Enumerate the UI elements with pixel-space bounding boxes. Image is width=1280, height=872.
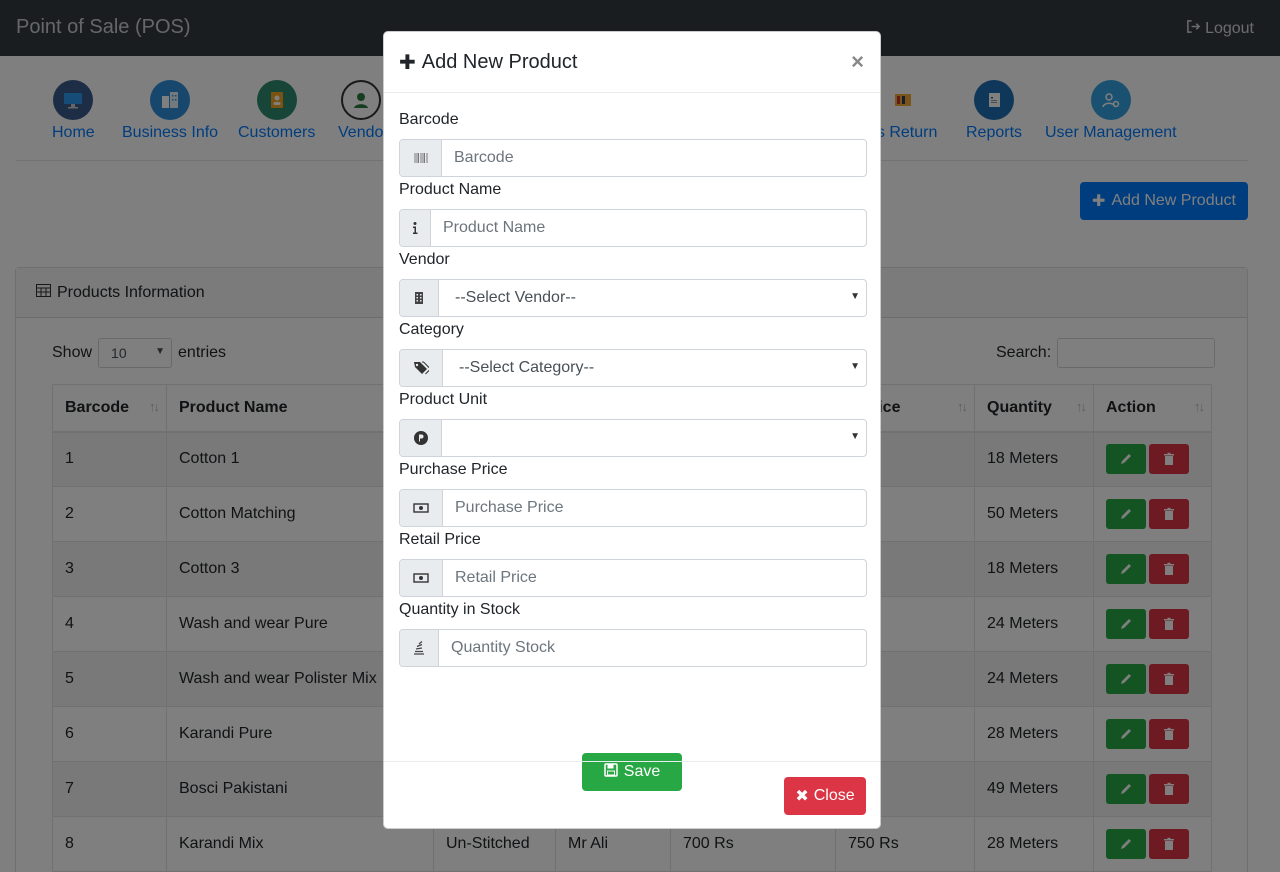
product-unit-field: ▼: [399, 419, 867, 457]
retail-price-field: Retail Price: [399, 559, 867, 597]
purchase-price-input[interactable]: Purchase Price: [443, 490, 866, 526]
quantity-label: Quantity in Stock: [399, 601, 520, 618]
retail-price-input[interactable]: Retail Price: [443, 560, 866, 596]
quantity-field: Quantity Stock: [399, 629, 867, 667]
barcode-input[interactable]: Barcode: [442, 140, 866, 176]
barcode-field: Barcode: [399, 139, 867, 177]
category-field: --Select Category-- ▼: [399, 349, 867, 387]
modal-title: ✚ Add New Product: [399, 50, 577, 75]
close-icon[interactable]: ×: [851, 49, 864, 75]
chevron-down-icon: ▼: [850, 291, 860, 302]
times-icon: ✖: [795, 788, 809, 805]
info-icon: [400, 210, 431, 246]
category-select[interactable]: --Select Category-- ▼: [443, 350, 866, 386]
product-name-field: Product Name: [399, 209, 867, 247]
product-unit-select[interactable]: ▼: [442, 420, 866, 456]
barcode-label: Barcode: [399, 111, 459, 128]
quantity-input[interactable]: Quantity Stock: [439, 630, 866, 666]
building-icon: [400, 280, 439, 316]
plus-icon: ✚: [399, 51, 416, 74]
money-icon: [400, 560, 443, 596]
purchase-price-label: Purchase Price: [399, 461, 508, 478]
product-name-label: Product Name: [399, 181, 502, 198]
parking-icon: [400, 420, 442, 456]
close-button[interactable]: ✖ Close: [784, 777, 866, 815]
vendor-select[interactable]: --Select Vendor-- ▼: [439, 280, 866, 316]
chevron-down-icon: ▼: [850, 361, 860, 372]
retail-price-label: Retail Price: [399, 531, 481, 548]
chevron-down-icon: ▼: [850, 431, 860, 442]
vendor-select-value: --Select Vendor--: [455, 289, 576, 306]
purchase-price-field: Purchase Price: [399, 489, 867, 527]
modal-title-text: Add New Product: [421, 50, 578, 73]
category-select-value: --Select Category--: [459, 359, 595, 376]
vendor-field: --Select Vendor-- ▼: [399, 279, 867, 317]
stack-icon: [400, 630, 439, 666]
money-icon: [400, 490, 443, 526]
add-product-modal: ✚ Add New Product × Barcode Barcode Prod…: [383, 31, 881, 829]
modal-footer: ✖ Close: [384, 761, 880, 829]
product-unit-label: Product Unit: [399, 391, 488, 408]
product-name-input[interactable]: Product Name: [431, 210, 866, 246]
barcode-icon: [400, 140, 442, 176]
category-label: Category: [399, 321, 464, 338]
close-label: Close: [813, 787, 855, 804]
tags-icon: [400, 350, 443, 386]
modal-header: ✚ Add New Product ×: [384, 32, 880, 93]
vendor-label: Vendor: [399, 251, 450, 268]
